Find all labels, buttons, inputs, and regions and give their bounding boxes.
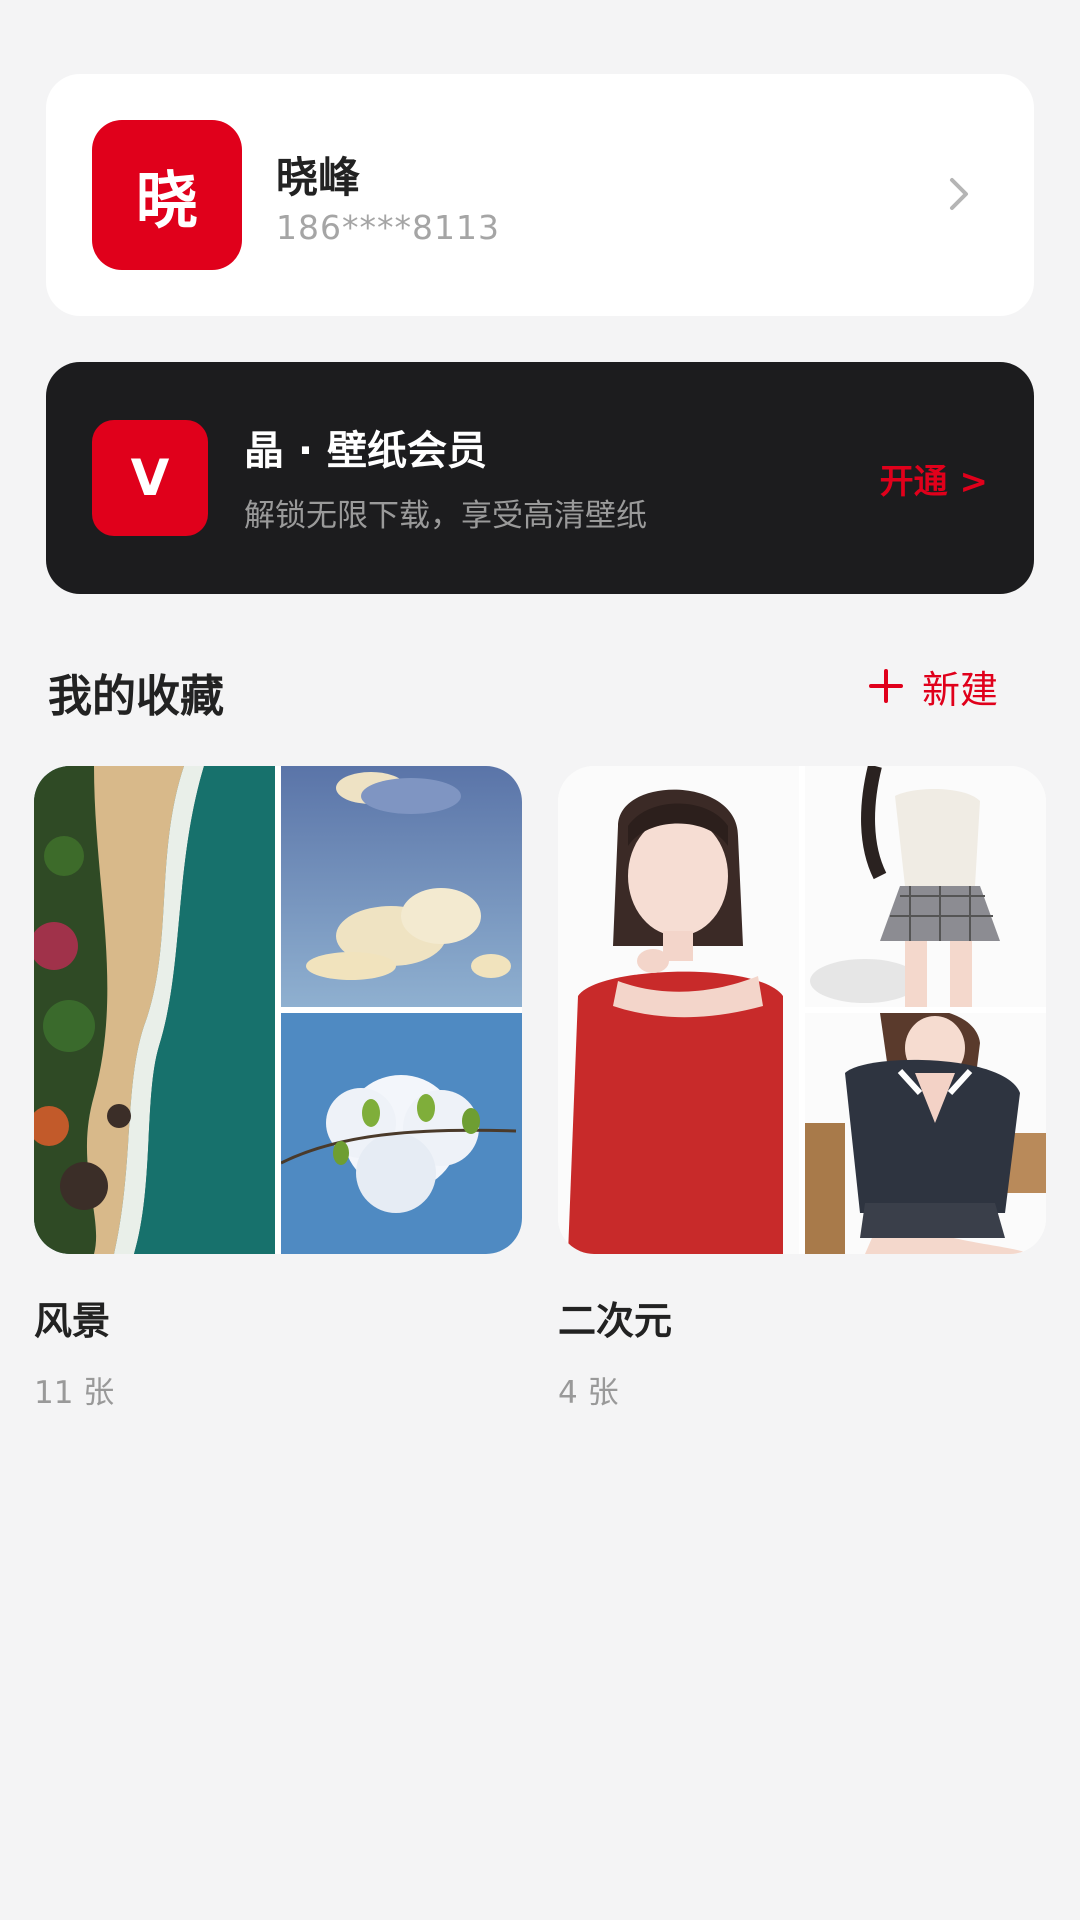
album-count: 11 张 bbox=[34, 1375, 115, 1411]
album-name: 风景 bbox=[34, 1299, 111, 1343]
vip-badge: V bbox=[92, 420, 208, 536]
vip-title: 晶 · 壁纸会员 bbox=[244, 428, 488, 474]
vip-banner[interactable]: V 晶 · 壁纸会员 解锁无限下载，享受高清壁纸 开通 > bbox=[46, 362, 1034, 594]
album-name: 二次元 bbox=[558, 1299, 673, 1343]
album-cover[interactable] bbox=[558, 766, 1046, 1254]
sky-clouds-photo bbox=[281, 766, 522, 1007]
vip-open-button[interactable]: 开通 > bbox=[880, 454, 988, 503]
profile-phone: 186****8113 bbox=[276, 208, 500, 247]
chevron-right-icon bbox=[950, 178, 968, 210]
favorites-title: 我的收藏 bbox=[48, 671, 224, 722]
new-collection-button[interactable]: 新建 bbox=[868, 660, 998, 712]
profile-name: 晓峰 bbox=[276, 153, 361, 202]
profile-card[interactable]: 晓 晓峰 186****8113 bbox=[46, 74, 1034, 316]
anime-girl-school-uniform bbox=[805, 1013, 1046, 1254]
vip-subtitle: 解锁无限下载，享受高清壁纸 bbox=[244, 498, 647, 534]
aerial-beach-photo bbox=[34, 766, 275, 1254]
album-card-anime[interactable]: 二次元 4 张 bbox=[558, 766, 1046, 1412]
plus-icon bbox=[868, 669, 903, 703]
album-cover[interactable] bbox=[34, 766, 522, 1254]
anime-girl-red-sweater bbox=[558, 766, 799, 1254]
anime-girl-plaid-skirt bbox=[805, 766, 1046, 1007]
avatar: 晓 bbox=[92, 120, 242, 270]
cloud-branch-photo bbox=[281, 1013, 522, 1254]
new-label: 新建 bbox=[921, 667, 998, 712]
album-card-scenery[interactable]: 风景 11 张 bbox=[34, 766, 522, 1412]
album-count: 4 张 bbox=[558, 1375, 619, 1411]
